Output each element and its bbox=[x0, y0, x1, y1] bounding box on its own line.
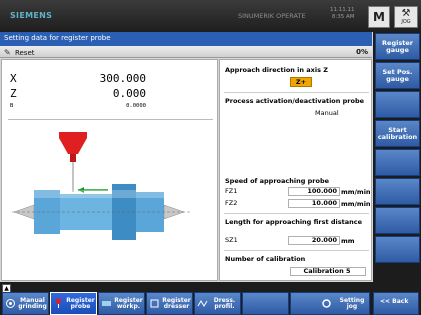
separator bbox=[224, 92, 369, 93]
register-gauge-button[interactable]: Register gauge bbox=[375, 33, 420, 60]
calibration-count-select[interactable]: Calibration 5 bbox=[290, 267, 366, 276]
reset-label: Reset bbox=[14, 49, 35, 57]
axis-name: B bbox=[10, 103, 14, 109]
start-calibration-button[interactable]: Start calibration bbox=[375, 120, 420, 147]
workpiece-icon bbox=[12, 184, 192, 240]
jog-label: JOG bbox=[401, 19, 411, 25]
status-bar: ✎ Reset 0% bbox=[0, 46, 372, 58]
date-label: 11.11.11 bbox=[330, 7, 355, 13]
manual-grinding-label: Manual grinding bbox=[18, 297, 47, 310]
register-workpiece-button[interactable]: Register workp. bbox=[98, 292, 145, 315]
probe-illustration bbox=[12, 132, 192, 240]
dress-profile-label: Dress. profil. bbox=[213, 297, 236, 310]
sz1-unit: mm bbox=[341, 237, 355, 245]
back-label: << Back bbox=[380, 298, 409, 305]
axis-name: X bbox=[10, 72, 17, 85]
register-dresser-button[interactable]: Register dresser bbox=[146, 292, 193, 315]
register-probe-button[interactable]: Register probe bbox=[50, 292, 97, 315]
approach-direction-label: Approach direction in axis Z bbox=[225, 66, 328, 74]
softkey-empty[interactable] bbox=[375, 207, 420, 234]
approach-direction-select[interactable]: Z+ bbox=[290, 77, 312, 87]
sz1-label: SZ1 bbox=[225, 236, 238, 244]
pencil-icon: ✎ bbox=[4, 48, 11, 57]
set-pos-gauge-button[interactable]: Set Pos. gauge bbox=[375, 62, 420, 89]
softkey-empty[interactable] bbox=[242, 292, 289, 315]
register-dresser-label: Register dresser bbox=[162, 297, 191, 310]
axis-name: Z bbox=[10, 87, 17, 100]
fz2-unit: mm/min bbox=[341, 200, 371, 208]
activation-value[interactable]: Manual bbox=[315, 109, 339, 117]
probe-icon bbox=[53, 298, 64, 309]
top-bar: SIEMENS SINUMERIK OPERATE 11.11.11 8:35 … bbox=[0, 0, 421, 32]
setting-icon bbox=[321, 298, 332, 309]
probe-icon bbox=[59, 132, 87, 192]
settings-panel: Approach direction in axis Z Z+ Process … bbox=[219, 59, 372, 281]
vertical-softkey-bar: Register gauge Set Pos. gauge Start cali… bbox=[373, 32, 421, 282]
separator bbox=[224, 213, 369, 214]
window-title: Setting data for register probe bbox=[0, 32, 372, 46]
separator bbox=[224, 250, 369, 251]
softkey-empty[interactable] bbox=[375, 236, 420, 263]
manual-grinding-button[interactable]: Manual grinding bbox=[2, 292, 49, 315]
fz2-input[interactable]: 10.000 bbox=[288, 199, 340, 208]
setting-jog-label: Setting jog bbox=[339, 297, 365, 310]
axis-value: 0.0000 bbox=[126, 103, 146, 109]
back-button[interactable]: << Back bbox=[373, 292, 419, 315]
hmi-screen: SIEMENS SINUMERIK OPERATE 11.11.11 8:35 … bbox=[0, 0, 421, 315]
axis-value: 0.000 bbox=[112, 87, 146, 100]
softkey-empty[interactable] bbox=[375, 178, 420, 205]
brand-label: SINUMERIK OPERATE bbox=[238, 12, 306, 20]
axis-panel: X 300.000 Z 0.000 B 0.0000 bbox=[1, 59, 218, 281]
register-probe-label: Register probe bbox=[66, 297, 95, 310]
machine-button[interactable]: M bbox=[368, 6, 390, 28]
speed-label: Speed of approaching probe bbox=[225, 177, 330, 185]
siemens-logo: SIEMENS bbox=[10, 11, 53, 20]
fz1-unit: mm/min bbox=[341, 188, 371, 196]
workpiece-icon bbox=[101, 298, 112, 309]
dress-profile-icon bbox=[197, 298, 208, 309]
sz1-input[interactable]: 20.000 bbox=[288, 236, 340, 245]
time-label: 8:35 AM bbox=[331, 14, 355, 20]
fz2-label: FZ2 bbox=[225, 199, 238, 207]
softkey-empty[interactable] bbox=[375, 149, 420, 176]
fz1-input[interactable]: 100.000 bbox=[288, 187, 340, 196]
date-time: 11.11.11 8:35 AM bbox=[330, 7, 355, 21]
calibration-count-label: Number of calibration bbox=[225, 255, 306, 263]
jog-icon: ⚒ bbox=[401, 8, 411, 19]
register-workpiece-label: Register workp. bbox=[114, 297, 143, 310]
jog-mode-button[interactable]: ⚒ JOG bbox=[394, 6, 418, 28]
dress-profile-button[interactable]: Dress. profil. bbox=[194, 292, 241, 315]
override-percent: 0% bbox=[356, 48, 368, 56]
grinding-wheel-icon bbox=[5, 298, 16, 309]
length-label: Length for approaching first distance bbox=[225, 218, 362, 226]
axis-divider bbox=[8, 119, 213, 120]
setting-jog-button[interactable]: Setting jog bbox=[290, 292, 370, 315]
activation-label: Process activation/deactivation probe bbox=[225, 97, 365, 105]
softkey-empty[interactable] bbox=[375, 91, 420, 118]
dresser-icon bbox=[149, 298, 160, 309]
axis-value: 300.000 bbox=[99, 72, 146, 85]
fz1-label: FZ1 bbox=[225, 187, 238, 195]
